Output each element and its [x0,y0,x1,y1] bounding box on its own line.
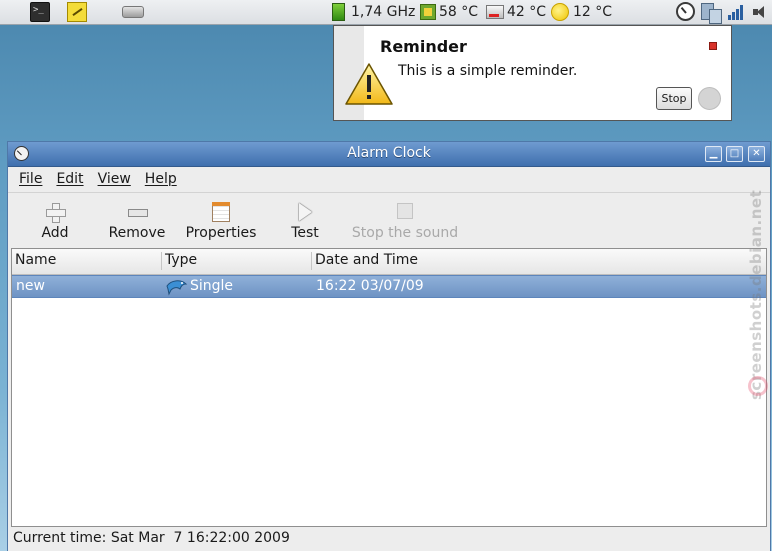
cpu-chip-icon [420,4,436,20]
window-title: Alarm Clock [347,145,431,161]
top-panel: 1,74 GHz 58 °C 42 °C 12 °C [0,0,772,25]
reminder-notification: Reminder This is a simple reminder. Stop [333,25,732,121]
single-alarm-icon [165,278,189,296]
menu-file[interactable]: File [19,171,42,187]
countdown-pie-icon [698,87,721,110]
sun-icon [551,3,569,21]
stop-button[interactable]: Stop [656,87,692,110]
toolbar: Add Remove Properties Test Stop the soun… [8,192,770,248]
weather-temp-label: 12 °C [573,4,613,20]
current-time-label: Current time: Sat Mar 7 16:22:00 2009 [13,530,290,546]
cpu-temp-applet[interactable]: 58 °C [420,0,478,24]
row-type: Single [190,278,234,294]
properties-label: Properties [185,225,257,241]
alarm-clock-window: Alarm Clock ▁ □ ✕ File Edit View Help Ad… [7,141,771,551]
properties-icon [209,201,233,223]
volume-icon[interactable] [752,4,770,20]
weather-applet[interactable]: 12 °C [551,0,612,24]
drive-icon[interactable] [122,6,144,18]
notification-close-icon[interactable] [709,42,717,50]
remove-label: Remove [108,225,166,241]
menu-bar: File Edit View Help [8,167,770,191]
notification-message: This is a simple reminder. [398,63,578,79]
test-button[interactable]: Test [280,201,330,247]
warning-icon [344,62,394,106]
remove-icon [125,201,149,223]
row-name: new [16,278,45,294]
column-header-date-time[interactable]: Date and Time [315,252,418,268]
column-header-name[interactable]: Name [15,252,56,268]
alarm-list[interactable]: Name Type Date and Time new Single 16:22… [11,248,767,527]
menu-edit[interactable]: Edit [56,171,83,187]
signal-icon[interactable] [728,4,746,20]
menu-view[interactable]: View [98,171,131,187]
notification-title: Reminder [380,37,467,56]
maximize-button[interactable]: □ [726,146,743,162]
minimize-button[interactable]: ▁ [705,146,722,162]
column-header-type[interactable]: Type [165,252,197,268]
watermark-text: screenshots.debian.net [747,189,765,400]
alarm-clock-icon[interactable] [676,2,695,21]
list-header: Name Type Date and Time [12,249,766,275]
disk-temp-applet[interactable]: 42 °C [486,0,546,24]
table-row[interactable]: new Single 16:22 03/07/09 [12,275,766,298]
cpu-frequency-label: 1,74 GHz [351,4,416,20]
notes-icon[interactable] [67,2,87,22]
hard-disk-icon [486,5,504,19]
menu-help[interactable]: Help [145,171,177,187]
properties-button[interactable]: Properties [180,201,262,247]
stop-sound-button[interactable]: Stop the sound [348,201,462,247]
play-icon [293,201,317,223]
title-bar[interactable]: Alarm Clock ▁ □ ✕ [8,142,770,167]
cpu-temp-label: 58 °C [439,4,479,20]
close-button[interactable]: ✕ [748,146,765,162]
stop-sound-icon [393,201,417,223]
cpu-frequency-applet[interactable]: 1,74 GHz [329,0,415,24]
add-icon [43,201,67,223]
debian-swirl-icon [748,376,768,396]
terminal-icon[interactable] [30,2,50,22]
battery-icon [329,3,347,21]
status-bar: Current time: Sat Mar 7 16:22:00 2009 [13,530,290,546]
network-icon[interactable] [699,1,722,24]
disk-temp-label: 42 °C [507,4,547,20]
row-date-time: 16:22 03/07/09 [316,278,424,294]
add-button[interactable]: Add [30,201,80,247]
add-label: Add [41,225,69,241]
stop-sound-label: Stop the sound [351,225,459,241]
remove-button[interactable]: Remove [104,201,170,247]
test-label: Test [291,225,319,241]
